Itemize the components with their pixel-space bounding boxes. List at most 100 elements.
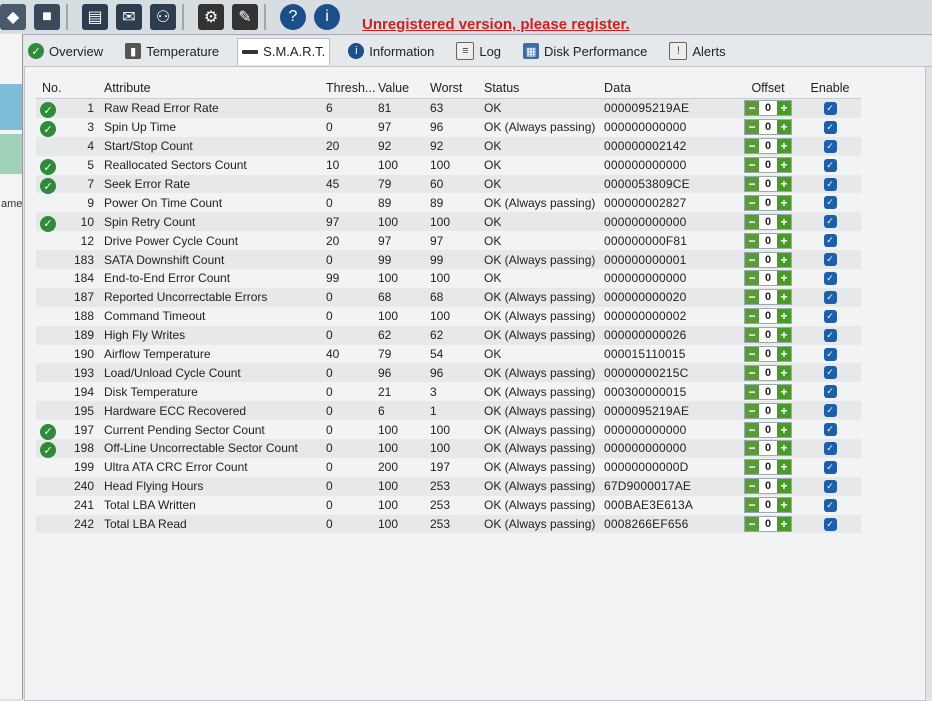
offset-decrement-button[interactable]: − (745, 195, 759, 210)
offset-value[interactable]: 0 (759, 480, 777, 492)
offset-value[interactable]: 0 (759, 216, 777, 228)
column-header-value[interactable]: Value (374, 81, 426, 95)
tab-information[interactable]: i Information (344, 38, 438, 64)
offset-decrement-button[interactable]: − (745, 271, 759, 286)
gear-icon[interactable]: ⚙ (198, 4, 224, 30)
offset-value[interactable]: 0 (759, 178, 777, 190)
report-icon[interactable]: ▤ (82, 4, 108, 30)
table-row[interactable]: 190 Airflow Temperature 40 79 54 OK 0000151100… (36, 345, 861, 364)
offset-increment-button[interactable]: + (777, 101, 791, 116)
column-header-no[interactable]: No. (36, 81, 100, 95)
table-row[interactable]: 240 Head Flying Hours 0 100 253 OK (Always pa… (36, 476, 861, 496)
table-row[interactable]: 241 Total LBA Written 0 100 253 OK (Always pa… (36, 496, 861, 515)
enable-checkbox[interactable]: ✓ (823, 498, 837, 512)
tab-overview[interactable]: ✓ Overview (24, 38, 107, 64)
tab-log[interactable]: ≡ Log (452, 38, 505, 64)
offset-value[interactable]: 0 (759, 405, 777, 417)
table-row[interactable]: ✓ 7 Seek Error Rate 45 79 60 OK 0000053809CE −0 +… (36, 174, 861, 194)
enable-checkbox[interactable]: ✓ (823, 177, 837, 191)
offset-value[interactable]: 0 (759, 235, 777, 247)
enable-checkbox[interactable]: ✓ (823, 385, 837, 399)
enable-checkbox[interactable]: ✓ (823, 253, 837, 267)
offset-decrement-button[interactable]: − (745, 158, 759, 173)
table-row[interactable]: 4 Start/Stop Count 20 92 92 OK 000000002142 −0 +… (36, 136, 861, 156)
column-header-offset[interactable]: Offset (734, 81, 802, 95)
offset-decrement-button[interactable]: − (745, 101, 759, 116)
offset-decrement-button[interactable]: − (745, 120, 759, 135)
tab-alerts[interactable]: ! Alerts (665, 38, 729, 64)
offset-increment-button[interactable]: + (777, 422, 791, 437)
offset-increment-button[interactable]: + (777, 403, 791, 418)
offset-value[interactable]: 0 (759, 461, 777, 473)
table-row[interactable]: 184 End-to-End Error Count 99 100 100 OK 00000… (36, 269, 861, 288)
enable-checkbox[interactable]: ✓ (823, 215, 837, 229)
offset-decrement-button[interactable]: − (745, 309, 759, 324)
offset-decrement-button[interactable]: − (745, 460, 759, 475)
enable-checkbox[interactable]: ✓ (823, 309, 837, 323)
offset-decrement-button[interactable]: − (745, 347, 759, 362)
offset-value[interactable]: 0 (759, 272, 777, 284)
enable-checkbox[interactable]: ✓ (823, 196, 837, 210)
offset-increment-button[interactable]: + (777, 479, 791, 494)
offset-decrement-button[interactable]: − (745, 328, 759, 343)
column-header-threshold[interactable]: Thresh... (322, 81, 375, 95)
wrench-icon[interactable]: ✎ (232, 4, 258, 30)
offset-decrement-button[interactable]: − (745, 517, 759, 532)
enable-checkbox[interactable]: ✓ (823, 366, 837, 380)
table-row[interactable]: 242 Total LBA Read 0 100 253 OK (Always passi… (36, 514, 861, 534)
offset-increment-button[interactable]: + (777, 271, 791, 286)
offset-value[interactable]: 0 (759, 254, 777, 266)
column-header-status[interactable]: Status (480, 81, 598, 95)
offset-increment-button[interactable]: + (777, 158, 791, 173)
column-header-enable[interactable]: Enable (802, 81, 858, 95)
table-row[interactable]: ✓ 10 Spin Retry Count 97 100 100 OK 00000000000… (36, 212, 861, 232)
offset-value[interactable]: 0 (759, 291, 777, 303)
tab-smart[interactable]: S.M.A.R.T. (237, 37, 331, 65)
enable-checkbox[interactable]: ✓ (823, 423, 837, 437)
disk-icon[interactable]: ◆ (0, 4, 26, 30)
table-row[interactable]: 199 Ultra ATA CRC Error Count 0 200 197 OK (A… (36, 458, 861, 477)
mail-icon[interactable]: ✉ (116, 4, 142, 30)
offset-decrement-button[interactable]: − (745, 214, 759, 229)
table-row[interactable]: 195 Hardware ECC Recovered 0 6 1 OK (Always p… (36, 401, 861, 421)
offset-increment-button[interactable]: + (777, 120, 791, 135)
offset-decrement-button[interactable]: − (745, 177, 759, 191)
column-header-attribute[interactable]: Attribute (100, 81, 322, 95)
tab-temperature[interactable]: ▮ Temperature (121, 38, 223, 64)
enable-checkbox[interactable]: ✓ (823, 139, 837, 153)
info-icon[interactable]: i (314, 4, 340, 30)
enable-checkbox[interactable]: ✓ (823, 290, 837, 304)
offset-decrement-button[interactable]: − (745, 403, 759, 418)
table-row[interactable]: 189 High Fly Writes 0 62 62 OK (Always passin… (36, 325, 861, 345)
offset-increment-button[interactable]: + (777, 290, 791, 305)
enable-checkbox[interactable]: ✓ (823, 101, 837, 115)
table-row[interactable]: 194 Disk Temperature 0 21 3 OK (Always passin… (36, 382, 861, 401)
offset-value[interactable]: 0 (759, 329, 777, 341)
offset-decrement-button[interactable]: − (745, 139, 759, 154)
enable-checkbox[interactable]: ✓ (823, 158, 837, 172)
register-notice[interactable]: Unregistered version, please register. (362, 16, 630, 33)
offset-increment-button[interactable]: + (777, 517, 791, 532)
enable-checkbox[interactable]: ✓ (823, 441, 837, 455)
offset-value[interactable]: 0 (759, 121, 777, 133)
offset-decrement-button[interactable]: − (745, 479, 759, 494)
network-icon[interactable]: ⚇ (150, 4, 176, 30)
table-row[interactable]: ✓ 1 Raw Read Error Rate 6 81 63 OK 0000095219AE… (36, 99, 861, 119)
offset-value[interactable]: 0 (759, 518, 777, 530)
offset-value[interactable]: 0 (759, 140, 777, 152)
table-row[interactable]: ✓ 3 Spin Up Time 0 97 96 OK (Always passing) 00… (36, 118, 861, 138)
offset-increment-button[interactable]: + (777, 498, 791, 513)
enable-checkbox[interactable]: ✓ (823, 404, 837, 418)
offset-value[interactable]: 0 (759, 159, 777, 171)
offset-increment-button[interactable]: + (777, 347, 791, 362)
enable-checkbox[interactable]: ✓ (823, 479, 837, 493)
offset-value[interactable]: 0 (759, 499, 777, 511)
help-icon[interactable]: ? (280, 4, 306, 30)
enable-checkbox[interactable]: ✓ (823, 347, 837, 361)
offset-decrement-button[interactable]: − (745, 422, 759, 437)
offset-value[interactable]: 0 (759, 197, 777, 209)
table-row[interactable]: ✓ 198 Off-Line Uncorrectable Sector Count 0… (36, 439, 861, 459)
offset-decrement-button[interactable]: − (745, 365, 759, 380)
enable-checkbox[interactable]: ✓ (823, 328, 837, 342)
offset-increment-button[interactable]: + (777, 328, 791, 343)
